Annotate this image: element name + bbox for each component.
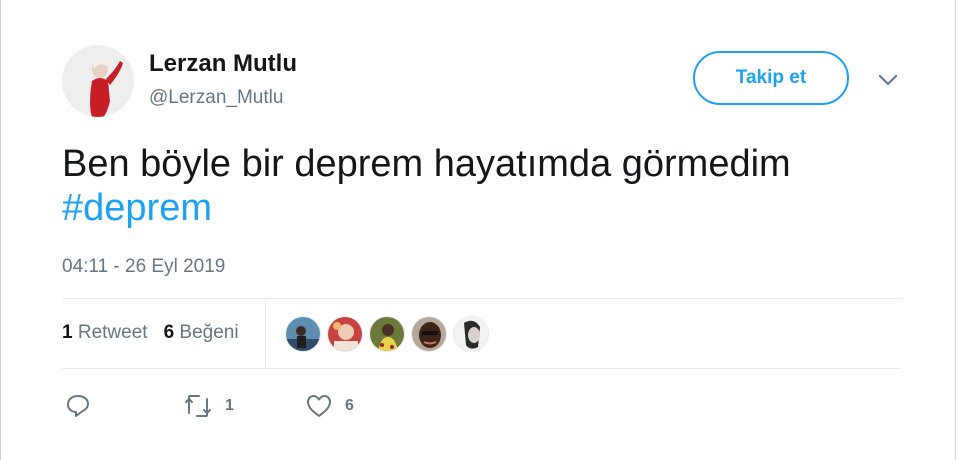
divider (62, 298, 902, 299)
user-handle[interactable]: @Lerzan_Mutlu (149, 87, 283, 109)
liker-avatar[interactable] (369, 316, 405, 352)
tweet-text: Ben böyle bir deprem hayatımda görmedim … (62, 142, 922, 230)
stats-separator (265, 299, 266, 367)
tweet-card: Lerzan Mutlu @Lerzan_Mutlu Takip et Ben … (0, 0, 956, 460)
chevron-down-icon[interactable] (875, 68, 901, 92)
avatar[interactable] (62, 45, 134, 117)
follow-button[interactable]: Takip et (693, 51, 849, 105)
user-name[interactable]: Lerzan Mutlu (149, 50, 297, 78)
tweet-body: Ben böyle bir deprem hayatımda görmedim (62, 143, 791, 185)
divider (62, 368, 902, 369)
retweet-count: 1 (225, 397, 234, 414)
like-stat[interactable]: 6 Beğeni (164, 322, 239, 344)
liker-avatar[interactable] (453, 316, 489, 352)
liker-avatar[interactable] (327, 316, 363, 352)
retweet-button[interactable]: 1 (183, 393, 234, 419)
like-stat-label: Beğeni (179, 322, 239, 343)
avatar-image (62, 45, 134, 117)
hashtag-link[interactable]: #deprem (62, 186, 922, 230)
heart-icon (307, 395, 331, 417)
retweet-stat-count: 1 (62, 322, 73, 343)
tweet-stats: 1 Retweet 6 Beğeni (62, 322, 239, 344)
retweet-stat-label: Retweet (77, 322, 148, 343)
like-button[interactable]: 6 (305, 393, 354, 419)
reply-icon (67, 395, 89, 417)
retweet-icon (185, 395, 211, 417)
likers-list (285, 316, 489, 352)
like-stat-count: 6 (163, 322, 175, 343)
like-count: 6 (345, 397, 354, 414)
liker-avatar[interactable] (411, 316, 447, 352)
retweet-stat[interactable]: 1 Retweet (62, 322, 148, 344)
tweet-timestamp[interactable]: 04:11 - 26 Eyl 2019 (62, 256, 225, 278)
reply-button[interactable] (65, 393, 91, 419)
liker-avatar[interactable] (285, 316, 321, 352)
